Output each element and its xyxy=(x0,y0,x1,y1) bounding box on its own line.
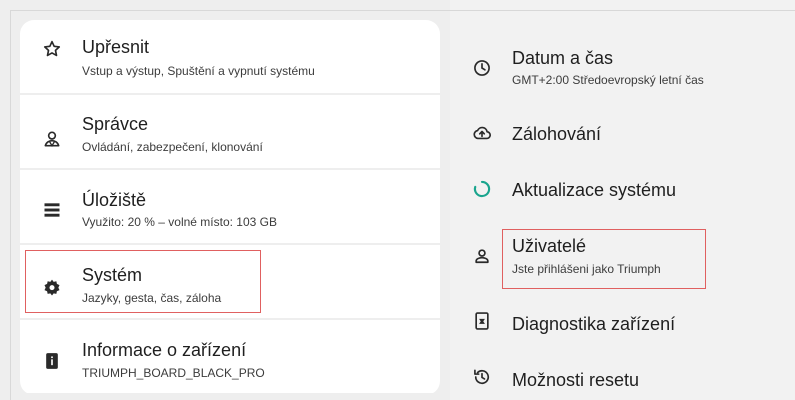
setting-title: Aktualizace systému xyxy=(512,180,677,200)
category-title: Upřesnit xyxy=(82,37,150,57)
category-upresnit[interactable]: Upřesnit Vstup a výstup, Spuštění a vypn… xyxy=(20,20,440,93)
system-update-icon xyxy=(472,179,492,199)
settings-category-list: Upřesnit Vstup a výstup, Spuštění a vypn… xyxy=(20,20,440,395)
category-title: Informace o zařízení xyxy=(82,340,247,360)
category-uloziste[interactable]: Úložiště Využito: 20 % – volné místo: 10… xyxy=(20,170,440,243)
setting-datum-cas[interactable]: Datum a čas GMT+2:00 Středoevropský letn… xyxy=(450,48,795,96)
category-subtitle: Vstup a výstup, Spuštění a vypnutí systé… xyxy=(82,64,315,78)
admin-person-icon xyxy=(42,129,62,149)
category-subtitle: TRIUMPH_BOARD_BLACK_PRO xyxy=(82,366,265,380)
category-title: Úložiště xyxy=(82,190,147,210)
setting-title: Diagnostika zařízení xyxy=(512,314,676,334)
diagnostics-icon xyxy=(472,311,492,331)
setting-aktualizace[interactable]: Aktualizace systému xyxy=(450,174,795,204)
star-outline-icon xyxy=(42,39,62,59)
setting-zalohovani[interactable]: Zálohování xyxy=(450,118,795,148)
pane-divider xyxy=(10,10,11,400)
setting-subtitle: Jste přihlášeni jako Triumph xyxy=(512,262,661,276)
clock-icon xyxy=(472,58,492,78)
setting-title: Zálohování xyxy=(512,124,602,144)
category-subtitle: Využito: 20 % – volné místo: 103 GB xyxy=(82,215,277,229)
setting-title: Datum a čas xyxy=(512,48,614,68)
cloud-backup-icon xyxy=(472,123,492,143)
pane-divider xyxy=(10,10,450,11)
setting-uzivatele[interactable]: Uživatelé Jste přihlášeni jako Triumph xyxy=(450,236,795,284)
storage-icon xyxy=(42,200,62,220)
category-subtitle: Jazyky, gesta, čas, záloha xyxy=(82,291,222,305)
setting-title: Uživatelé xyxy=(512,236,587,256)
user-icon xyxy=(472,246,492,266)
category-system[interactable]: Systém Jazyky, gesta, čas, záloha xyxy=(20,245,440,318)
setting-moznosti-resetu[interactable]: Možnosti resetu xyxy=(450,364,795,394)
gear-icon xyxy=(42,278,62,298)
category-subtitle: Ovládání, zabezpečení, klonování xyxy=(82,140,263,154)
setting-diagnostika[interactable]: Diagnostika zařízení xyxy=(450,308,795,338)
setting-subtitle: GMT+2:00 Středoevropský letní čas xyxy=(512,73,704,87)
reset-history-icon xyxy=(472,367,492,387)
category-informace[interactable]: Informace o zařízení TRIUMPH_BOARD_BLACK… xyxy=(20,320,440,393)
system-settings-pane: Datum a čas GMT+2:00 Středoevropský letn… xyxy=(450,0,795,400)
pane-divider xyxy=(450,10,795,11)
category-title: Systém xyxy=(82,265,143,285)
settings-categories-pane: Upřesnit Vstup a výstup, Spuštění a vypn… xyxy=(0,0,450,400)
device-info-icon xyxy=(42,351,62,371)
category-title: Správce xyxy=(82,114,149,134)
category-spravce[interactable]: Správce Ovládání, zabezpečení, klonování xyxy=(20,95,440,168)
setting-title: Možnosti resetu xyxy=(512,370,640,390)
